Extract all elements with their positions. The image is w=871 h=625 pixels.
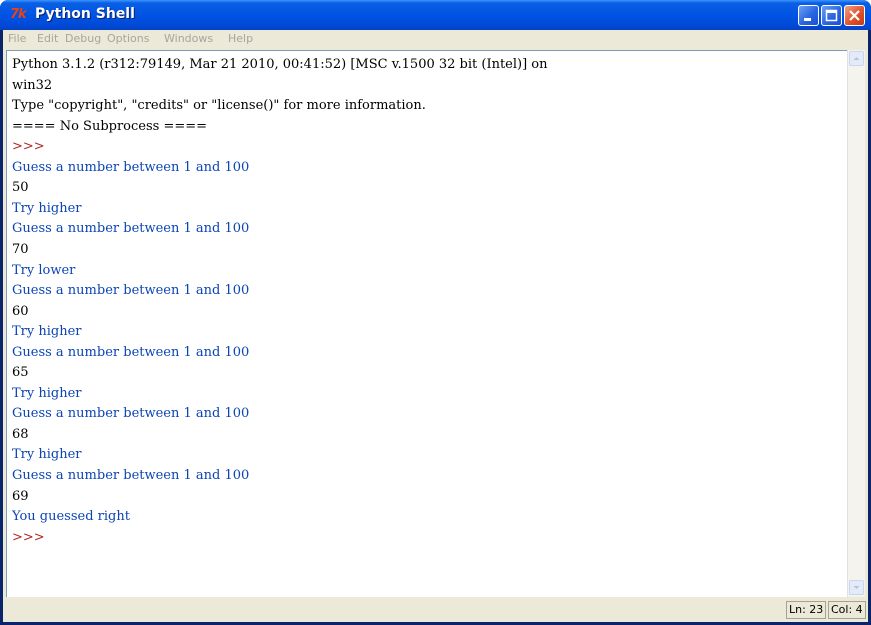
shell-output-line: Guess a number between 1 and 100 — [12, 406, 250, 422]
shell-text-line: Type "copyright", "credits" or "license(… — [12, 98, 426, 114]
vertical-scrollbar[interactable] — [847, 50, 865, 597]
python-shell-window: 7k Python Shell File Edit Debug Options — [0, 0, 871, 625]
scroll-down-button[interactable] — [849, 580, 864, 595]
shell-output-line: Guess a number between 1 and 100 — [12, 221, 250, 237]
shell-output-line: Guess a number between 1 and 100 — [12, 159, 250, 175]
shell-output-line: Guess a number between 1 and 100 — [12, 344, 250, 360]
shell-text-area[interactable]: Python 3.1.2 (r312:79149, Mar 21 2010, 0… — [6, 50, 847, 598]
status-bar: Ln: 23 Col: 4 — [6, 597, 867, 622]
tk-feather-icon: 7k — [10, 7, 27, 22]
shell-text-line: 65 — [12, 365, 29, 381]
minimize-button[interactable] — [798, 5, 819, 26]
minimize-icon — [804, 18, 811, 21]
maximize-button[interactable] — [821, 5, 842, 26]
shell-output-line: Try higher — [12, 324, 82, 340]
window-body: File Edit Debug Options Windows Help Pyt… — [3, 30, 868, 622]
menu-options[interactable]: Options — [107, 32, 149, 47]
arrow-down-icon — [853, 586, 860, 589]
shell-output-line: Try higher — [12, 200, 82, 216]
shell-text-line: 69 — [12, 488, 29, 504]
menu-help[interactable]: Help — [228, 32, 253, 47]
status-line-number: Ln: 23 — [786, 601, 827, 619]
scroll-up-button[interactable] — [849, 51, 864, 66]
shell-text-line: Python 3.1.2 (r312:79149, Mar 21 2010, 0… — [12, 57, 548, 72]
shell-prompt: >>> — [12, 529, 45, 545]
window-title: Python Shell — [35, 6, 135, 22]
shell-text-line: 68 — [12, 426, 29, 442]
shell-output-line: Guess a number between 1 and 100 — [12, 283, 250, 299]
title-bar[interactable]: 7k Python Shell — [0, 0, 871, 30]
menu-debug[interactable]: Debug — [65, 32, 101, 47]
shell-prompt: >>> — [12, 139, 45, 155]
maximize-icon — [825, 9, 838, 22]
shell-output-line: Guess a number between 1 and 100 — [12, 468, 250, 483]
shell-text-line: 60 — [12, 303, 29, 319]
shell-text-line: 50 — [12, 180, 29, 196]
shell-output-line: Try lower — [12, 262, 76, 278]
status-column-number: Col: 4 — [828, 601, 866, 619]
menu-bar: File Edit Debug Options Windows Help — [3, 30, 868, 49]
shell-text-line: 70 — [12, 241, 29, 257]
arrow-up-icon — [853, 57, 860, 60]
shell-text-line: ==== No Subprocess ==== — [12, 118, 208, 134]
shell-output-line: Try higher — [12, 385, 82, 401]
shell-output-line: You guessed right — [12, 509, 130, 525]
close-icon — [849, 10, 860, 21]
menu-file[interactable]: File — [8, 32, 26, 47]
menu-windows[interactable]: Windows — [164, 32, 213, 47]
close-button[interactable] — [844, 5, 865, 26]
shell-text-line: win32 — [12, 77, 53, 93]
menu-edit[interactable]: Edit — [37, 32, 58, 47]
shell-output-line: Try higher — [12, 447, 82, 463]
